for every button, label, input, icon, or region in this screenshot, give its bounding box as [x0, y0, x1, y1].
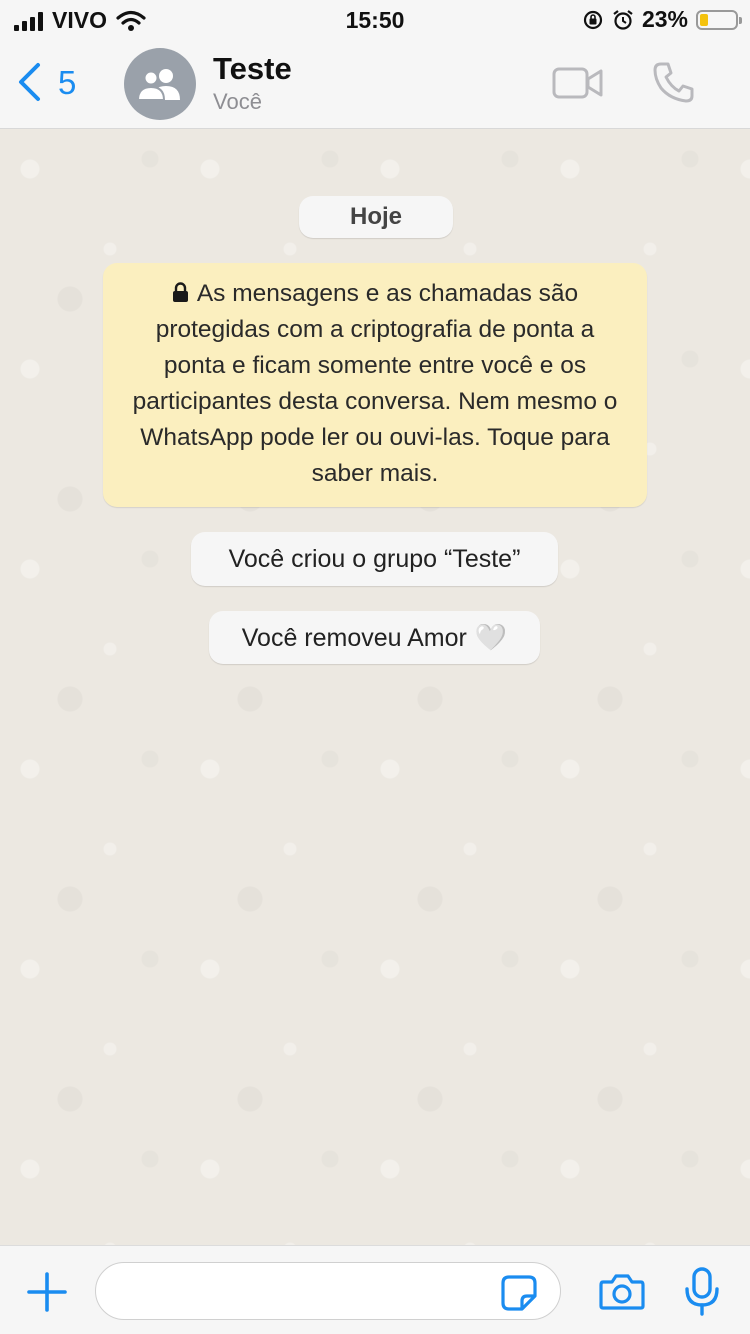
system-message-text: Você removeu Amor: [241, 624, 467, 652]
chat-title-block[interactable]: Teste Você: [213, 52, 292, 116]
encryption-notice-text: As mensagens e as chamadas são protegida…: [132, 280, 618, 487]
battery-icon: [696, 9, 742, 30]
encryption-notice[interactable]: As mensagens e as chamadas são protegida…: [103, 263, 647, 507]
camera-icon[interactable]: [599, 1273, 645, 1311]
microphone-icon[interactable]: [684, 1267, 720, 1317]
system-message-text: Você criou o grupo “Teste”: [228, 545, 521, 573]
group-avatar-icon: [136, 69, 180, 100]
message-composer: [0, 1245, 750, 1334]
chat-header: 5 Teste Você: [0, 40, 750, 129]
unread-count: 5: [58, 64, 77, 101]
chat-title: Teste: [213, 51, 292, 86]
battery-level-fill: [700, 13, 708, 26]
video-call-icon[interactable]: [552, 66, 604, 100]
white-heart-emoji: 🤍: [474, 622, 508, 653]
status-bar: VIVO 15:50 23%: [0, 0, 750, 40]
back-button[interactable]: 5: [16, 62, 76, 102]
plus-icon[interactable]: [26, 1271, 68, 1313]
date-separator: Hoje: [299, 196, 453, 238]
orientation-lock-icon: [583, 10, 603, 29]
system-message-member-removed: Você removeu Amor 🤍: [209, 611, 540, 664]
group-avatar[interactable]: [124, 48, 196, 120]
chat-subtitle: Você: [213, 89, 262, 114]
lock-icon: [172, 282, 188, 302]
message-input[interactable]: [95, 1262, 561, 1320]
system-message-group-created: Você criou o grupo “Teste”: [191, 532, 558, 586]
phone-icon[interactable]: [652, 60, 696, 104]
chevron-left-icon: [19, 63, 40, 101]
chat-area[interactable]: Hoje As mensagens e as chamadas são prot…: [0, 129, 750, 1245]
sticker-icon[interactable]: [500, 1274, 538, 1312]
alarm-icon: [613, 9, 633, 30]
battery-percent: 23%: [641, 6, 688, 32]
